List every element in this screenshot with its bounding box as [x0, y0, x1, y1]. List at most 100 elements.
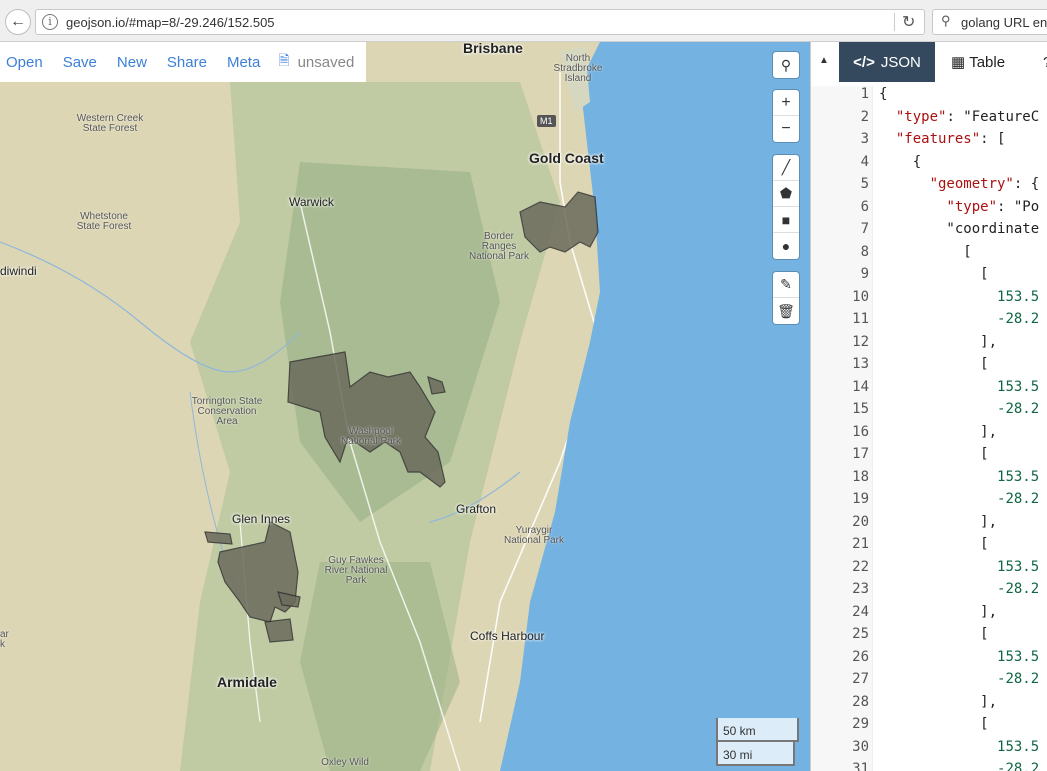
- line-number: 4: [860, 153, 869, 170]
- address-bar[interactable]: i geojson.io/#map=8/-29.246/152.505 ↻: [35, 9, 925, 35]
- code-text: "features": [: [895, 131, 1006, 147]
- town-label: Warwick: [289, 195, 334, 209]
- reload-icon[interactable]: ↻: [902, 12, 915, 32]
- scale-mi: 30 mi: [716, 742, 795, 766]
- url-text: geojson.io/#map=8/-29.246/152.505: [66, 15, 275, 30]
- table-icon: ▦: [951, 54, 966, 71]
- info-icon[interactable]: i: [42, 14, 58, 30]
- line-number: 26: [852, 648, 869, 665]
- save-button[interactable]: Save: [63, 54, 97, 71]
- code-text: "coordinate: [879, 221, 1040, 237]
- code-text: 153.5: [997, 288, 1040, 305]
- code-text: [: [879, 266, 989, 282]
- code-text: -28.2: [997, 761, 1040, 771]
- code-text: ],: [879, 513, 998, 530]
- code-text: -28.2: [997, 671, 1040, 687]
- share-button[interactable]: Share: [167, 54, 207, 71]
- park-label: Whetstone State Forest: [76, 211, 132, 232]
- meta-button[interactable]: Meta: [227, 54, 260, 71]
- code-text: [: [879, 446, 989, 462]
- rectangle-draw-icon[interactable]: ■: [773, 207, 799, 233]
- line-number: 3: [860, 131, 869, 147]
- line-number: 20: [852, 513, 869, 530]
- park-label: Torrington State Conservation Area: [191, 396, 263, 427]
- code-text: "type": "FeatureC: [895, 108, 1040, 125]
- line-number: 24: [852, 603, 869, 620]
- code-text: [: [879, 716, 989, 732]
- editor-panel: ▲ </> JSON ▦ Table ? 1 {2 "type": "Featur…: [810, 42, 1047, 771]
- line-number: 23: [852, 581, 869, 597]
- line-number: 9: [860, 266, 869, 282]
- top-menu: Open Save New Share Meta 🗎 unsaved: [0, 42, 366, 82]
- search-text: golang URL enc: [961, 15, 1047, 30]
- document-icon: 🗎: [278, 52, 290, 68]
- town-label: Coffs Harbour: [470, 629, 545, 643]
- line-number: 22: [852, 558, 869, 575]
- code-text: -28.2: [997, 491, 1040, 507]
- code-text: [: [879, 243, 972, 260]
- code-text: "type": "Po: [946, 198, 1040, 215]
- line-number: 15: [852, 401, 869, 417]
- line-number: 6: [860, 198, 869, 215]
- town-label: Glen Innes: [232, 512, 291, 526]
- line-number: 1: [860, 86, 869, 102]
- edit-icon[interactable]: ✎: [773, 272, 799, 298]
- draw-control: ╱ ⬟ ■ ●: [773, 155, 799, 259]
- back-arrow-icon[interactable]: ←: [5, 9, 31, 35]
- line-number: 11: [852, 311, 869, 327]
- code-text: 153.5: [997, 558, 1040, 575]
- zoom-out-icon[interactable]: −: [773, 116, 799, 142]
- code-text: [: [879, 626, 989, 642]
- code-text: 153.5: [997, 378, 1040, 395]
- line-number: 27: [852, 671, 869, 687]
- tab-json[interactable]: </> JSON: [839, 42, 935, 82]
- line-number: 18: [852, 468, 869, 485]
- code-text: [: [879, 356, 989, 372]
- browser-toolbar: ← i geojson.io/#map=8/-29.246/152.505 ↻ …: [0, 0, 1047, 42]
- open-button[interactable]: Open: [6, 54, 43, 71]
- new-button[interactable]: New: [117, 54, 147, 71]
- panel-tabs: ▲ </> JSON ▦ Table ?: [811, 42, 1047, 82]
- polygon-draw-icon[interactable]: ⬟: [773, 181, 799, 207]
- code-text: ],: [879, 423, 998, 440]
- city-label: Gold Coast: [529, 150, 604, 166]
- park-label: ar k: [0, 629, 9, 650]
- help-icon[interactable]: ?: [1043, 54, 1047, 71]
- code-text: 153.5: [997, 648, 1040, 665]
- code-text: ],: [879, 333, 998, 350]
- code-text: [: [879, 536, 989, 552]
- city-label: Armidale: [217, 674, 277, 690]
- town-label: diwindi: [0, 264, 37, 278]
- city-label: Brisbane: [463, 42, 523, 56]
- line-number: 16: [852, 423, 869, 440]
- line-draw-icon[interactable]: ╱: [773, 155, 799, 181]
- line-number: 21: [852, 536, 869, 552]
- zoom-in-icon[interactable]: +: [773, 90, 799, 116]
- code-text: {: [879, 86, 888, 102]
- search-icon: ⚲: [941, 13, 951, 28]
- park-label: Yuraygir National Park: [503, 525, 565, 546]
- line-number: 10: [852, 288, 869, 305]
- line-number: 31: [852, 761, 869, 771]
- marker-icon[interactable]: ●: [773, 233, 799, 259]
- park-label: Border Ranges National Park: [468, 231, 530, 262]
- map-canvas[interactable]: Brisbane Gold Coast Warwick Grafton Glen…: [0, 42, 810, 771]
- line-number: 12: [852, 333, 869, 350]
- search-icon[interactable]: ⚲: [773, 52, 799, 78]
- code-text: {: [879, 153, 922, 170]
- code-icon: </>: [853, 53, 875, 71]
- park-label: Guy Fawkes River National Park: [324, 555, 388, 586]
- code-text: 153.5: [997, 738, 1040, 755]
- park-label: Oxley Wild: [321, 757, 369, 768]
- tab-table[interactable]: ▦ Table: [951, 42, 1005, 82]
- browser-search-field[interactable]: ⚲ golang URL enc: [932, 9, 1047, 35]
- collapse-arrow-icon[interactable]: ▲: [819, 55, 829, 66]
- scale-km: 50 km: [716, 718, 799, 742]
- code-text: "geometry": {: [929, 176, 1040, 192]
- line-number: 30: [852, 738, 869, 755]
- tab-json-label: JSON: [880, 53, 921, 71]
- line-number: 5: [860, 176, 869, 192]
- trash-icon[interactable]: 🗑: [773, 298, 799, 324]
- geocoder-control: ⚲: [773, 52, 799, 78]
- line-number: 17: [852, 446, 869, 462]
